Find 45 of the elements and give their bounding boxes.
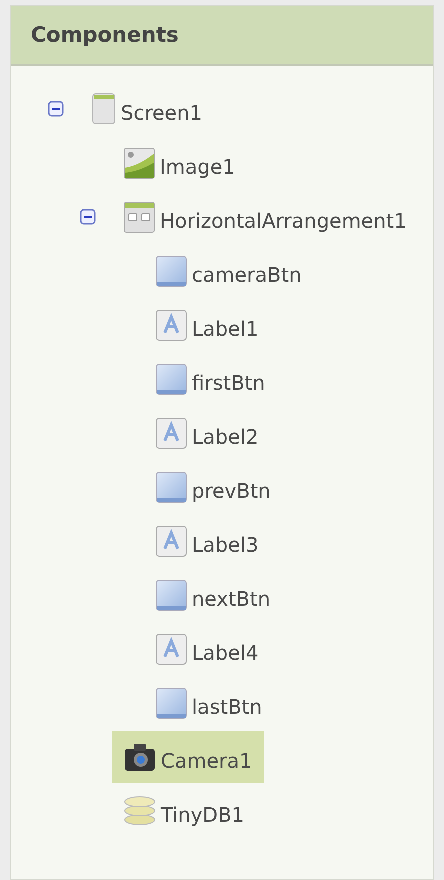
item-label: lastBtn: [192, 695, 262, 719]
button-icon: [156, 472, 187, 502]
item-label: nextBtn: [192, 587, 271, 611]
collapse-toggle[interactable]: [80, 209, 96, 225]
letter-a-icon: [156, 634, 187, 664]
item-label: TinyDB1: [161, 803, 245, 827]
letter-a-icon: [156, 418, 187, 448]
letter-a-icon: [156, 310, 187, 340]
item-label: Label3: [192, 533, 259, 557]
item-label: cameraBtn: [192, 263, 302, 287]
tree-item[interactable]: Label4: [144, 623, 271, 675]
image-icon: [124, 148, 155, 178]
item-label: prevBtn: [192, 479, 271, 503]
screen-icon: [92, 93, 116, 125]
tree-item[interactable]: Label3: [144, 515, 271, 567]
database-icon: [124, 796, 156, 826]
item-label: Image1: [160, 155, 236, 179]
tree-item[interactable]: HorizontalArrangement1: [112, 191, 419, 243]
item-label: Screen1: [121, 101, 202, 125]
item-label: firstBtn: [192, 371, 266, 395]
tree-item[interactable]: lastBtn: [144, 677, 274, 729]
tree-item[interactable]: Image1: [112, 137, 248, 189]
tree-item[interactable]: Label1: [144, 299, 271, 351]
collapse-toggle[interactable]: [48, 101, 64, 117]
arrangement-icon: [124, 202, 155, 232]
camera-icon: [124, 741, 156, 773]
item-label: Camera1: [161, 749, 252, 773]
tree-item[interactable]: cameraBtn: [144, 245, 314, 297]
button-icon: [156, 688, 187, 718]
button-icon: [156, 256, 187, 286]
tree-item[interactable]: Label2: [144, 407, 271, 459]
tree-item[interactable]: Camera1: [112, 731, 264, 783]
letter-a-icon: [156, 526, 187, 556]
button-icon: [156, 364, 187, 394]
button-icon: [156, 580, 187, 610]
tree-item[interactable]: prevBtn: [144, 461, 283, 513]
tree-item[interactable]: Screen1: [80, 83, 214, 135]
panel-title: Components: [31, 23, 179, 47]
item-label: HorizontalArrangement1: [160, 209, 407, 233]
item-label: Label2: [192, 425, 259, 449]
item-label: Label4: [192, 641, 259, 665]
item-label: Label1: [192, 317, 259, 341]
tree-item[interactable]: firstBtn: [144, 353, 278, 405]
tree-item[interactable]: nextBtn: [144, 569, 283, 621]
tree-item[interactable]: TinyDB1: [112, 785, 257, 837]
